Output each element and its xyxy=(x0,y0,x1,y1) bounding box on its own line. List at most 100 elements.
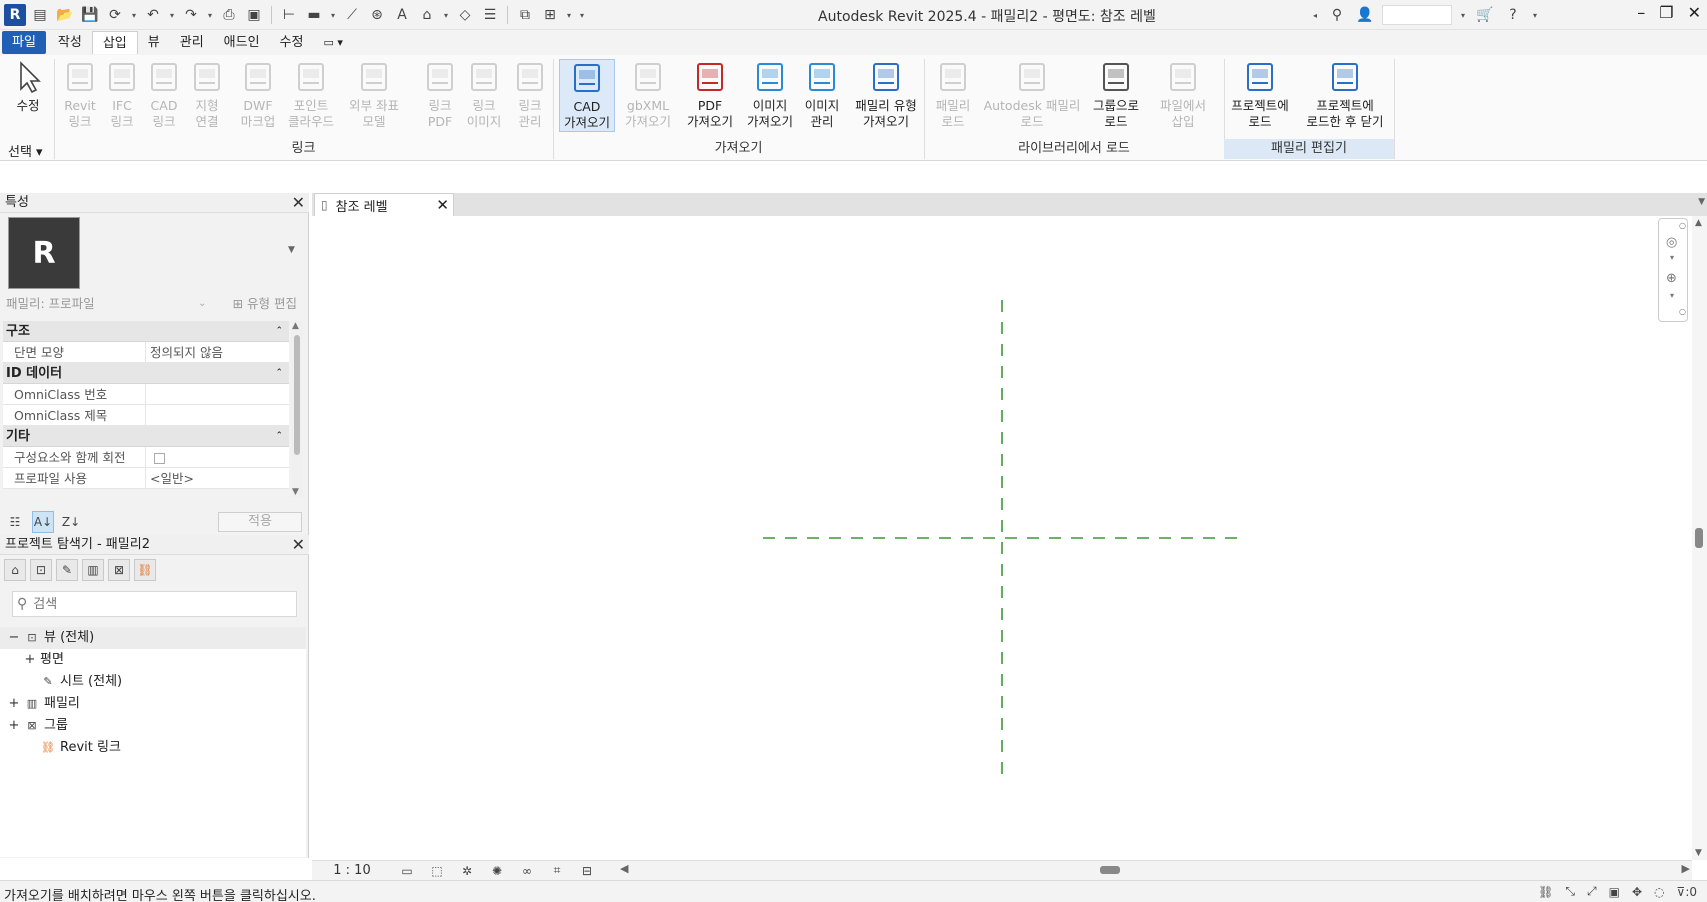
help-icon[interactable]: ? xyxy=(1502,4,1524,26)
text-icon[interactable]: A xyxy=(391,4,413,26)
print-icon[interactable]: ⎙ xyxy=(218,4,240,26)
link-pdf-button[interactable]: 링크 PDF xyxy=(421,59,459,130)
help-dropdown-icon[interactable]: ▾ xyxy=(1530,4,1540,26)
view-scale[interactable]: 1 : 10 xyxy=(312,863,392,878)
scroll-right-icon[interactable]: ▶ xyxy=(1682,862,1690,875)
sort-descending-icon[interactable]: Z↓ xyxy=(60,511,82,533)
revit-link-button[interactable]: Revit 링크 xyxy=(61,59,99,130)
user-name-box[interactable] xyxy=(1382,5,1452,25)
tag-all-icon[interactable]: ⊛ xyxy=(366,4,388,26)
coord-model-button[interactable]: 외부 좌표 모델 xyxy=(339,59,409,130)
vertical-scroll-thumb[interactable] xyxy=(1695,528,1703,548)
select-dropdown[interactable]: 선택 ▾ xyxy=(8,141,43,160)
revit-logo-icon[interactable]: R xyxy=(4,4,26,26)
browser-links-icon[interactable]: ⛓ xyxy=(134,559,156,581)
undo-icon[interactable]: ↶ xyxy=(142,4,164,26)
undo-dropdown-icon[interactable]: ▾ xyxy=(167,4,177,26)
measure-icon[interactable]: ⊢ xyxy=(278,4,300,26)
import-image-button[interactable]: 이미지 가져오기 xyxy=(742,59,798,130)
tab-2[interactable]: 삽입 xyxy=(91,31,138,54)
switch-windows-icon[interactable]: ⊞ xyxy=(539,4,561,26)
restore-icon[interactable]: ❐ xyxy=(1659,3,1673,22)
select-underlay-icon[interactable]: ⤡ xyxy=(1565,884,1575,899)
type-dropdown-icon[interactable]: ▼ xyxy=(288,245,295,255)
dimension-icon[interactable]: ▬ xyxy=(303,4,325,26)
tab-5[interactable]: 애드인 xyxy=(214,31,270,54)
close-tab-icon[interactable]: ✕ xyxy=(436,196,449,214)
load-as-group-button[interactable]: 그룹으로 로드 xyxy=(1087,59,1145,130)
scroll-thumb[interactable] xyxy=(294,335,300,455)
wheel-dropdown-icon[interactable]: ▾ xyxy=(1670,253,1674,262)
tree-toggle-icon[interactable]: + xyxy=(24,649,36,671)
redo-icon[interactable]: ↷ xyxy=(180,4,202,26)
tree-item[interactable]: + ⊠ 그룹 xyxy=(0,715,306,737)
panel-label-0[interactable]: 링크 xyxy=(54,139,553,159)
navbar-options-icon[interactable]: ○ xyxy=(1679,307,1686,316)
browser-search[interactable]: ⚲ xyxy=(12,591,297,617)
user-icon[interactable]: 👤 xyxy=(1354,4,1376,26)
switch-windows-dropdown-icon[interactable]: ▾ xyxy=(564,4,574,26)
scroll-up-icon[interactable]: ▲ xyxy=(292,321,299,331)
visual-style-icon[interactable]: ⬚ xyxy=(422,864,452,878)
tree-toggle-icon[interactable]: + xyxy=(8,715,20,737)
scroll-up-icon[interactable]: ▲ xyxy=(1695,218,1702,228)
scroll-down-icon[interactable]: ▼ xyxy=(1695,848,1702,858)
contextual-tab-dropdown-icon[interactable]: ▭ ▾ xyxy=(313,31,352,54)
tree-item[interactable]: ⛓ Revit 링크 xyxy=(0,737,306,759)
tree-item[interactable]: ✎ 시트 (전체) xyxy=(0,671,306,693)
thin-lines-icon[interactable]: ☰ xyxy=(479,4,501,26)
browser-families-icon[interactable]: ▥ xyxy=(82,559,104,581)
view-tab-reference-level[interactable]: ▯ 참조 레벨 ✕ xyxy=(314,193,454,216)
detail-level-icon[interactable]: ▭ xyxy=(392,864,422,878)
tab-0[interactable]: 파일 xyxy=(2,31,46,54)
browser-views-icon[interactable]: ⊡ xyxy=(30,559,52,581)
property-group-header[interactable]: 기타 ⌃ xyxy=(3,426,289,447)
horizontal-scroll-thumb[interactable] xyxy=(1100,866,1120,874)
tab-4[interactable]: 관리 xyxy=(170,31,214,54)
panel-label-3[interactable]: 패밀리 편집기 xyxy=(1224,139,1394,159)
binoculars-icon[interactable]: ⚲ xyxy=(1326,4,1348,26)
close-icon[interactable]: ✕ xyxy=(292,193,305,213)
zoom-dropdown-icon[interactable]: ▾ xyxy=(1670,291,1674,300)
import-gbxml-button[interactable]: gbXML 가져오기 xyxy=(622,59,674,130)
sync-icon[interactable]: ⟳ xyxy=(104,4,126,26)
close-hidden-icon[interactable]: ⧉ xyxy=(514,4,536,26)
redo-dropdown-icon[interactable]: ▾ xyxy=(205,4,215,26)
reveal-hidden-icon[interactable]: ✺ xyxy=(482,864,512,878)
modify-button[interactable]: 수정 xyxy=(8,59,48,114)
vertical-scrollbar[interactable]: ▲ ▼ xyxy=(1692,216,1707,860)
property-row[interactable]: OmniClass 번호 xyxy=(3,384,289,405)
property-value[interactable] xyxy=(146,447,289,467)
tab-1[interactable]: 작성 xyxy=(48,31,92,54)
property-group-header[interactable]: 구조 ⌃ xyxy=(3,321,289,342)
manage-images-button[interactable]: 이미지 관리 xyxy=(800,59,844,130)
customize-toolbar-icon[interactable]: ▾ xyxy=(577,4,587,26)
collapse-icon[interactable]: ⌃ xyxy=(275,426,283,447)
section-icon[interactable]: ◇ xyxy=(454,4,476,26)
select-by-face-icon[interactable]: ▣ xyxy=(1609,885,1620,899)
minimize-icon[interactable]: – xyxy=(1637,3,1645,22)
property-row[interactable]: 단면 모양 정의되지 않음 xyxy=(3,342,289,363)
drag-on-selection-icon[interactable]: ✥ xyxy=(1632,885,1642,899)
close-icon[interactable]: ✕ xyxy=(1688,3,1701,22)
horizontal-scrollbar[interactable]: ◀ ▶ xyxy=(620,862,1690,877)
show-crop-icon[interactable]: ⊟ xyxy=(572,864,602,878)
dimension-dropdown-icon[interactable]: ▾ xyxy=(328,4,338,26)
scroll-left-icon[interactable]: ◀ xyxy=(620,862,628,875)
properties-scrollbar[interactable]: ▲ ▼ xyxy=(291,321,303,497)
load-family-button[interactable]: 패밀리 로드 xyxy=(933,59,973,130)
point-cloud-button[interactable]: 포인트 클라우드 xyxy=(285,59,337,130)
tree-item[interactable]: + ▥ 패밀리 xyxy=(0,693,306,715)
browser-sheets-icon[interactable]: ✎ xyxy=(56,559,78,581)
filter-icon[interactable]: ⊽:0 xyxy=(1677,885,1697,899)
open-icon[interactable]: 📂 xyxy=(54,4,76,26)
tree-toggle-icon[interactable]: + xyxy=(8,693,20,715)
property-row[interactable]: 프로파일 사용 <일반> xyxy=(3,468,289,489)
worksharing-display-icon[interactable]: ∞ xyxy=(512,864,542,878)
tree-item[interactable]: + 평면 xyxy=(0,649,306,671)
tree-item[interactable]: − ⊡ 뷰 (전체) xyxy=(0,627,306,649)
browser-home-icon[interactable]: ⌂ xyxy=(4,559,26,581)
tag-icon[interactable]: ⟋ xyxy=(341,4,363,26)
property-group-header[interactable]: ID 데이터 ⌃ xyxy=(3,363,289,384)
select-pinned-icon[interactable]: ⤢ xyxy=(1587,884,1597,899)
